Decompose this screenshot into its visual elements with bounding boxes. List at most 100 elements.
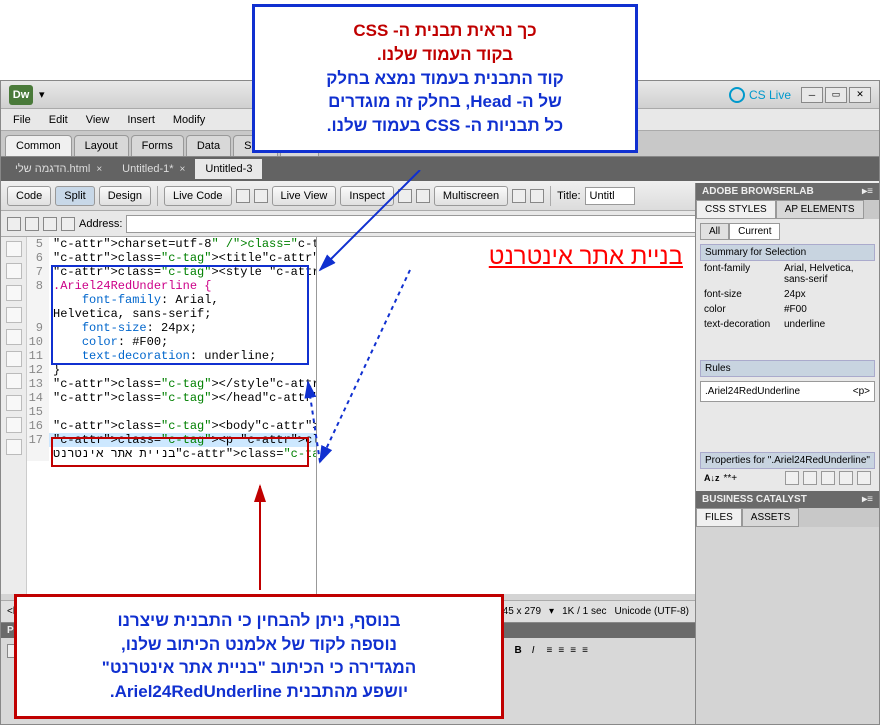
menu-modify[interactable]: Modify bbox=[165, 112, 213, 128]
tab-forms[interactable]: Forms bbox=[131, 135, 184, 156]
multiscreen-button[interactable]: Multiscreen bbox=[434, 186, 508, 206]
tab-data[interactable]: Data bbox=[186, 135, 231, 156]
main-split-view: 5"c-attr">charset=utf-8" /">class="c-tag… bbox=[1, 237, 695, 594]
code-line[interactable]: 12} bbox=[27, 363, 316, 377]
gutter-icon[interactable] bbox=[6, 395, 22, 411]
design-preview[interactable]: בניית אתר אינטרנט bbox=[317, 237, 695, 594]
code-line[interactable]: font-family: Arial, bbox=[27, 293, 316, 307]
code-line[interactable]: 15 bbox=[27, 405, 316, 419]
new-rule-icon[interactable] bbox=[803, 471, 817, 485]
gutter-icon[interactable] bbox=[6, 263, 22, 279]
code-line[interactable]: 5"c-attr">charset=utf-8" /">class="c-tag… bbox=[27, 237, 316, 251]
all-subtab[interactable]: All bbox=[700, 223, 729, 240]
code-line[interactable]: 11 text-decoration: underline; bbox=[27, 349, 316, 363]
align-right-icon[interactable]: ≡ bbox=[570, 645, 576, 656]
menu-file[interactable]: File bbox=[5, 112, 39, 128]
align-center-icon[interactable]: ≡ bbox=[558, 645, 564, 656]
files-tab[interactable]: FILES bbox=[696, 508, 742, 527]
prop-row[interactable]: color#F00 bbox=[700, 302, 875, 317]
rule-name: .Ariel24RedUnderline bbox=[705, 386, 800, 397]
ap-elements-tab[interactable]: AP ELEMENTS bbox=[776, 200, 864, 219]
align-justify-icon[interactable]: ≡ bbox=[582, 645, 588, 656]
document-tabs: הדגמה שלי.html× Untitled-1*× Untitled-3 bbox=[1, 157, 879, 181]
italic-button[interactable]: I bbox=[532, 645, 535, 656]
current-subtab[interactable]: Current bbox=[729, 223, 780, 240]
edit-rule-icon[interactable] bbox=[821, 471, 835, 485]
split-view-button[interactable]: Split bbox=[55, 186, 94, 206]
gutter-icon[interactable] bbox=[6, 307, 22, 323]
prop-row[interactable]: text-decorationunderline bbox=[700, 317, 875, 332]
maximize-button[interactable]: ▭ bbox=[825, 87, 847, 103]
link-css-icon[interactable] bbox=[785, 471, 799, 485]
gutter-icon[interactable] bbox=[6, 329, 22, 345]
tool-icon[interactable] bbox=[512, 189, 526, 203]
browserlab-panel-header[interactable]: ADOBE BROWSERLAB▸≡ bbox=[696, 183, 879, 200]
forward-icon[interactable] bbox=[25, 217, 39, 231]
code-line[interactable]: 10 color: #F00; bbox=[27, 335, 316, 349]
title-label: Title: bbox=[557, 190, 580, 202]
gutter-icon[interactable] bbox=[6, 417, 22, 433]
live-code-button[interactable]: Live Code bbox=[164, 186, 232, 206]
doc-tab-label: Untitled-3 bbox=[205, 163, 252, 175]
doc-tab-active[interactable]: Untitled-3 bbox=[195, 159, 262, 179]
code-line[interactable]: 14"c-attr">class="c-tag"></head"c-attr">… bbox=[27, 391, 316, 405]
code-line[interactable]: 16"c-attr">class="c-tag"><body"c-attr">c… bbox=[27, 419, 316, 433]
gutter-icon[interactable] bbox=[6, 241, 22, 257]
minimize-button[interactable]: ─ bbox=[801, 87, 823, 103]
css-styles-tab[interactable]: CSS STYLES bbox=[696, 200, 776, 219]
nav-icon[interactable] bbox=[416, 189, 430, 203]
menu-edit[interactable]: Edit bbox=[41, 112, 76, 128]
title-input[interactable] bbox=[585, 187, 635, 205]
gutter-icon[interactable] bbox=[6, 373, 22, 389]
summary-properties: font-familyArial, Helvetica, sans-serif … bbox=[700, 261, 875, 332]
callout-line: בנוסף, ניתן להבחין כי התבנית שיצרנו bbox=[117, 611, 400, 630]
close-icon[interactable]: × bbox=[96, 164, 102, 175]
menu-view[interactable]: View bbox=[78, 112, 118, 128]
back-icon[interactable] bbox=[7, 217, 21, 231]
align-left-icon[interactable]: ≡ bbox=[547, 645, 553, 656]
code-view-button[interactable]: Code bbox=[7, 186, 51, 206]
address-label: Address: bbox=[79, 218, 122, 230]
tool-icon[interactable] bbox=[530, 189, 544, 203]
code-line[interactable]: בניית אתר אינטרנט"c-attr">class="c-tag">… bbox=[27, 447, 316, 461]
gutter-icon[interactable] bbox=[6, 285, 22, 301]
code-line[interactable]: 8.Ariel24RedUnderline { bbox=[27, 279, 316, 293]
browser-icon[interactable] bbox=[398, 189, 412, 203]
refresh-icon[interactable] bbox=[254, 189, 268, 203]
tab-common[interactable]: Common bbox=[5, 135, 72, 156]
bold-button[interactable]: B bbox=[515, 645, 522, 656]
doc-tab[interactable]: הדגמה שלי.html× bbox=[5, 159, 112, 179]
design-view-button[interactable]: Design bbox=[99, 186, 151, 206]
callout-line: בקוד העמוד שלנו. bbox=[377, 45, 513, 64]
code-line[interactable]: Helvetica, sans-serif; bbox=[27, 307, 316, 321]
code-line[interactable]: 6"c-attr">class="c-tag"><title"c-attr">c… bbox=[27, 251, 316, 265]
gutter-icon[interactable] bbox=[6, 351, 22, 367]
refresh-icon[interactable] bbox=[43, 217, 57, 231]
assets-tab[interactable]: ASSETS bbox=[742, 508, 799, 527]
cslive-link[interactable]: CS Live bbox=[729, 87, 791, 103]
close-button[interactable]: ✕ bbox=[849, 87, 871, 103]
live-view-button[interactable]: Live View bbox=[272, 186, 337, 206]
sort-az-icon[interactable]: A↓z bbox=[704, 473, 720, 483]
menu-insert[interactable]: Insert bbox=[119, 112, 163, 128]
inspect-button[interactable]: Inspect bbox=[340, 186, 393, 206]
code-line[interactable]: 7"c-attr">class="c-tag"><style "c-attr">… bbox=[27, 265, 316, 279]
code-editor[interactable]: 5"c-attr">charset=utf-8" /">class="c-tag… bbox=[27, 237, 317, 594]
inspect-icon[interactable] bbox=[236, 189, 250, 203]
layout-dropdown-icon[interactable]: ▾ bbox=[39, 88, 45, 101]
code-line[interactable]: 13"c-attr">class="c-tag"></style"c-attr"… bbox=[27, 377, 316, 391]
prop-row[interactable]: font-size24px bbox=[700, 287, 875, 302]
gutter-icon[interactable] bbox=[6, 439, 22, 455]
rules-list[interactable]: .Ariel24RedUnderline <p> bbox=[700, 381, 875, 402]
business-catalyst-header[interactable]: BUSINESS CATALYST▸≡ bbox=[696, 491, 879, 508]
home-icon[interactable] bbox=[61, 217, 75, 231]
preview-heading[interactable]: בניית אתר אינטרנט bbox=[329, 243, 683, 271]
code-line[interactable]: 17"c-attr">class="c-tag"><p "c-attr">cla… bbox=[27, 433, 316, 447]
close-icon[interactable]: × bbox=[180, 164, 186, 175]
disable-rule-icon[interactable] bbox=[839, 471, 853, 485]
code-line[interactable]: 9 font-size: 24px; bbox=[27, 321, 316, 335]
doc-tab[interactable]: Untitled-1*× bbox=[112, 159, 195, 179]
delete-rule-icon[interactable] bbox=[857, 471, 871, 485]
prop-row[interactable]: font-familyArial, Helvetica, sans-serif bbox=[700, 261, 875, 287]
tab-layout[interactable]: Layout bbox=[74, 135, 129, 156]
